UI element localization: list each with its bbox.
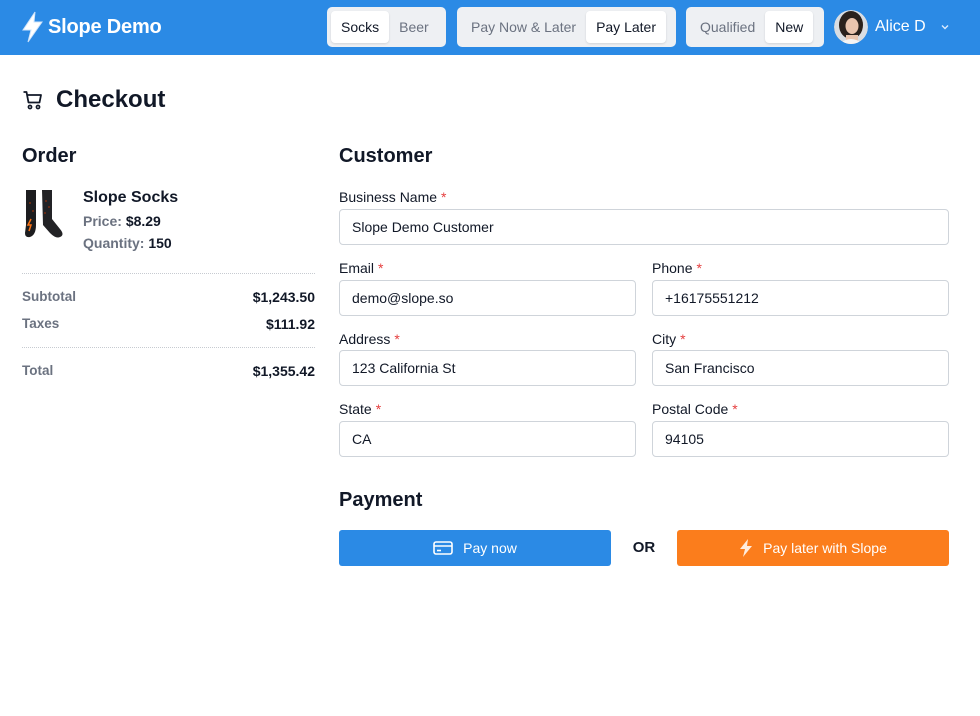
card-icon — [433, 541, 453, 555]
required-marker: * — [375, 401, 382, 417]
lightning-icon — [740, 539, 753, 557]
or-separator: OR — [632, 539, 656, 556]
divider — [22, 347, 315, 348]
email-input[interactable] — [339, 280, 636, 316]
business-name-label-text: Business Name — [339, 189, 438, 205]
sock-product-image — [25, 190, 63, 238]
state-label: State * — [339, 401, 381, 417]
brand[interactable]: Slope Demo — [20, 11, 162, 43]
required-marker: * — [680, 331, 686, 347]
state-label-text: State — [339, 401, 372, 417]
city-input[interactable] — [652, 350, 949, 386]
address-label: Address * — [339, 331, 400, 347]
address-label-text: Address — [339, 331, 391, 347]
product-quantity: Quantity: 150 — [83, 235, 172, 251]
user-menu[interactable]: Alice D — [834, 10, 950, 44]
phone-label: Phone * — [652, 260, 702, 276]
customer-heading: Customer — [339, 145, 433, 167]
lightning-icon — [22, 11, 43, 43]
total-value: $1,355.42 — [252, 363, 315, 379]
email-label: Email * — [339, 260, 383, 276]
price-value: $8.29 — [125, 213, 161, 229]
toggle-pay-now-and-later[interactable]: Pay Now & Later — [461, 11, 586, 43]
toggle-new[interactable]: New — [765, 11, 814, 43]
avatar — [834, 10, 868, 44]
city-label-text: City — [652, 331, 677, 347]
state-input[interactable] — [339, 421, 636, 457]
postal-code-input[interactable] — [652, 421, 949, 457]
toggle-socks[interactable]: Socks — [331, 11, 390, 43]
order-item: Slope Socks Price: $8.29 Quantity: 150 — [22, 185, 315, 251]
quantity-value: 150 — [148, 235, 172, 251]
toggle-pay-later[interactable]: Pay Later — [586, 11, 666, 43]
toggle-qualified[interactable]: Qualified — [690, 11, 765, 43]
order-heading: Order — [22, 145, 77, 167]
pay-now-button[interactable]: Pay now — [339, 530, 611, 566]
product-price: Price: $8.29 — [83, 213, 161, 229]
divider — [22, 273, 315, 274]
top-nav-bar: Slope Demo Socks Beer Pay Now & Later Pa… — [0, 0, 980, 55]
required-marker: * — [378, 260, 384, 276]
pay-mode-toggle: Pay Now & Later Pay Later — [457, 7, 676, 47]
product-name: Slope Socks — [83, 189, 179, 206]
required-marker: * — [441, 189, 447, 205]
address-input[interactable] — [339, 350, 636, 386]
taxes-value: $111.92 — [265, 316, 315, 332]
page-title-text: Checkout — [56, 86, 166, 113]
subtotal-value: $1,243.50 — [252, 289, 315, 305]
phone-input[interactable] — [652, 280, 949, 316]
pay-now-label: Pay now — [463, 540, 517, 556]
business-name-input[interactable] — [339, 209, 949, 245]
phone-label-text: Phone — [652, 260, 693, 276]
cart-icon — [23, 91, 42, 110]
subtotal-label: Subtotal — [22, 289, 76, 304]
email-label-text: Email — [339, 260, 375, 276]
required-marker: * — [394, 331, 400, 347]
customer-type-toggle: Qualified New — [686, 7, 824, 47]
business-name-label: Business Name * — [339, 189, 447, 205]
order-panel: Order Slope Socks Price: $8.29 Quantity:… — [22, 145, 315, 379]
required-marker: * — [732, 401, 738, 417]
total-label: Total — [22, 363, 54, 378]
city-label: City * — [652, 331, 686, 347]
postal-code-label-text: Postal Code — [652, 401, 729, 417]
required-marker: * — [696, 260, 702, 276]
pay-later-button[interactable]: Pay later with Slope — [677, 530, 949, 566]
total-row: Total $1,355.42 — [22, 363, 315, 381]
product-toggle: Socks Beer — [327, 7, 446, 47]
taxes-row: Taxes $111.92 — [22, 316, 315, 334]
pay-later-label: Pay later with Slope — [763, 540, 887, 556]
payment-heading: Payment — [339, 489, 423, 511]
price-label: Price: — [83, 213, 122, 229]
postal-code-label: Postal Code * — [652, 401, 738, 417]
page-title: Checkout — [22, 84, 165, 116]
quantity-label: Quantity: — [83, 235, 145, 251]
user-name: Alice D — [875, 18, 926, 35]
chevron-down-icon — [941, 25, 949, 30]
subtotal-row: Subtotal $1,243.50 — [22, 289, 315, 307]
toggle-beer[interactable]: Beer — [389, 11, 439, 43]
brand-name: Slope Demo — [48, 15, 162, 38]
taxes-label: Taxes — [22, 316, 60, 331]
